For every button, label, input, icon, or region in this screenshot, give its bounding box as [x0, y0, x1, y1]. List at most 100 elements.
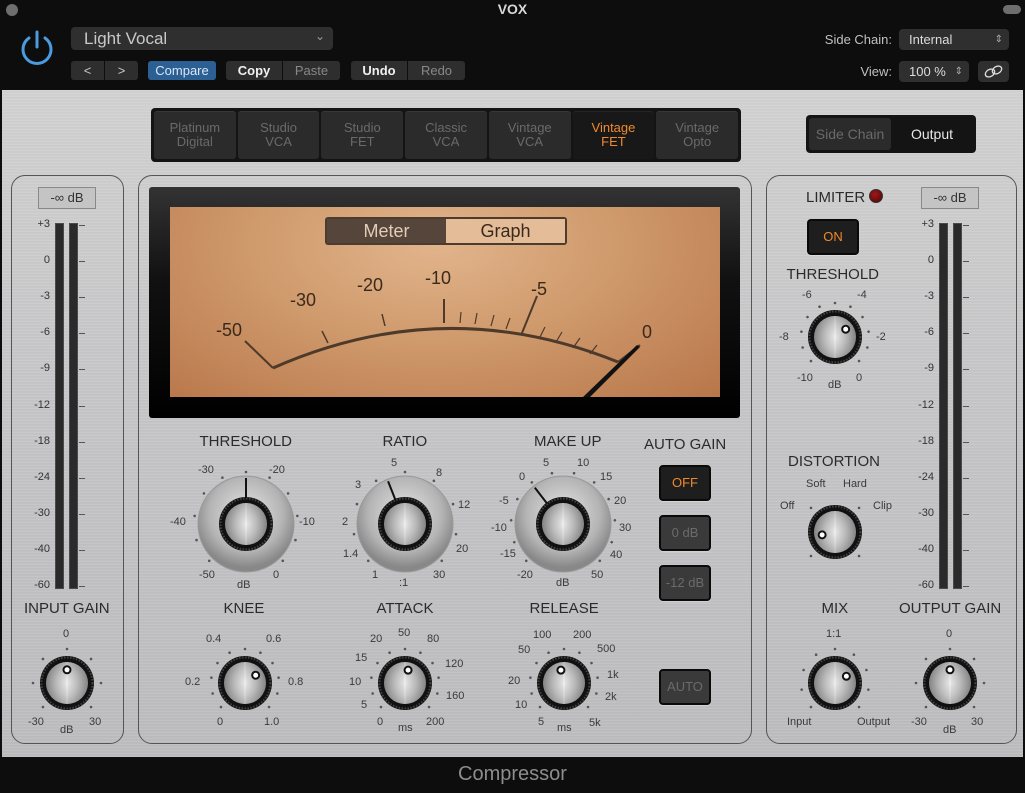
attack-scale-dot [427, 705, 431, 709]
knee-scale-dot [219, 705, 223, 709]
mix-knob[interactable] [800, 647, 870, 710]
input-gain-scale-dot [89, 705, 93, 709]
ratio-scale-dot [366, 559, 370, 563]
threshold-scale-dot [195, 538, 198, 542]
output-gain-scale-dot [972, 705, 976, 709]
distortion-knob[interactable] [808, 505, 862, 559]
make-up-scale-dot [572, 471, 576, 475]
ratio-scale-dot [440, 559, 444, 563]
make-up-knob[interactable] [509, 471, 617, 573]
ratio-scale-dot [355, 502, 359, 506]
release-scale-dot [595, 692, 598, 695]
input-gain-scale-dot [41, 705, 45, 709]
output-gain-knob[interactable] [914, 647, 986, 710]
attack-knob[interactable] [370, 647, 440, 710]
release-scale-dot [562, 647, 566, 651]
input-gain-scale-dot [41, 657, 45, 661]
knee-scale-dot [211, 692, 214, 695]
input-gain-scale-dot [31, 681, 35, 685]
input-gain-knob[interactable] [31, 647, 103, 710]
release-knob[interactable] [529, 647, 599, 710]
output-gain-scale-dot [924, 705, 928, 709]
limiter-threshold-scale-dot [849, 305, 852, 309]
knee-scale-dot [243, 647, 247, 651]
attack-scale-dot [436, 692, 439, 695]
make-up-scale-dot [524, 559, 528, 563]
mix-scale-dot [809, 705, 813, 709]
limiter-threshold-scale-dot [857, 359, 861, 363]
knee-scale-dot [276, 692, 279, 695]
release-scale-dot [596, 676, 599, 679]
threshold-scale-dot [202, 492, 206, 495]
limiter-threshold-scale-dot [867, 330, 870, 333]
mix-scale-dot [857, 705, 861, 709]
threshold-scale-dot [244, 470, 248, 474]
distortion-scale-dot [809, 506, 813, 510]
attack-scale-dot [419, 651, 422, 655]
threshold-scale-dot [286, 492, 290, 495]
release-scale-dot [590, 661, 593, 665]
output-gain-scale-dot [924, 657, 928, 661]
knee-scale-dot [271, 661, 274, 665]
make-up-scale-dot [613, 518, 617, 522]
mix-scale-dot [814, 653, 818, 657]
limiter-threshold-scale-dot [806, 315, 809, 319]
release-pointer [556, 665, 566, 675]
ratio-scale-dot [403, 470, 407, 474]
limiter-threshold-scale-dot [833, 301, 837, 305]
make-up-scale-dot [509, 518, 513, 522]
ratio-knob[interactable] [352, 470, 458, 573]
output-gain-scale-dot [914, 681, 918, 685]
threshold-scale-dot [268, 476, 271, 479]
threshold-scale-dot [193, 514, 196, 518]
release-scale-dot [538, 705, 542, 709]
output-gain-scale-dot [948, 647, 952, 651]
output-gain-scale-dot [972, 657, 976, 661]
limiter-threshold-scale-dot [861, 315, 864, 319]
release-scale-dot [535, 661, 538, 665]
make-up-scale-dot [530, 481, 534, 484]
threshold-knob[interactable] [193, 470, 299, 573]
knee-knob[interactable] [210, 647, 280, 710]
make-up-scale-dot [550, 471, 554, 475]
distortion-pointer [817, 530, 827, 540]
threshold-scale-dot [221, 476, 224, 479]
make-up-scale-dot [592, 481, 596, 484]
threshold-scale-dot [207, 559, 211, 563]
knee-pointer [251, 670, 261, 680]
knob-layer [31, 301, 986, 710]
mix-scale-dot [833, 647, 837, 651]
mix-scale-dot [802, 668, 805, 672]
release-scale-dot [586, 705, 590, 709]
output-gain-pointer [945, 665, 955, 675]
mix-pointer [841, 671, 851, 681]
attack-scale-dot [388, 651, 391, 655]
release-scale-dot [547, 651, 550, 655]
mix-scale-dot [865, 668, 868, 672]
mix-scale-dot [800, 688, 803, 691]
mix-scale-dot [852, 653, 856, 657]
threshold-scale-dot [294, 538, 297, 542]
make-up-scale-dot [598, 559, 602, 563]
attack-pointer [403, 665, 413, 675]
attack-scale-dot [431, 661, 434, 665]
distortion-scale-dot [809, 554, 813, 558]
distortion-scale-dot [857, 506, 861, 510]
attack-scale-dot [370, 676, 373, 679]
limiter-threshold-scale-dot [818, 305, 821, 309]
make-up-scale-dot [607, 497, 610, 501]
threshold-scale-dot [296, 514, 299, 518]
mix-scale-dot [867, 688, 870, 691]
attack-scale-dot [371, 692, 374, 695]
input-gain-scale-dot [89, 657, 93, 661]
attack-scale-dot [437, 676, 440, 679]
ratio-scale-dot [454, 532, 458, 536]
input-gain-pointer [62, 665, 72, 675]
distortion-scale-dot [857, 554, 861, 558]
ratio-scale-dot [352, 532, 356, 536]
knee-scale-dot [267, 705, 271, 709]
input-gain-scale-dot [99, 681, 103, 685]
limiter-threshold-knob[interactable] [800, 301, 870, 364]
make-up-scale-dot [516, 497, 519, 501]
knee-scale-dot [228, 651, 231, 655]
